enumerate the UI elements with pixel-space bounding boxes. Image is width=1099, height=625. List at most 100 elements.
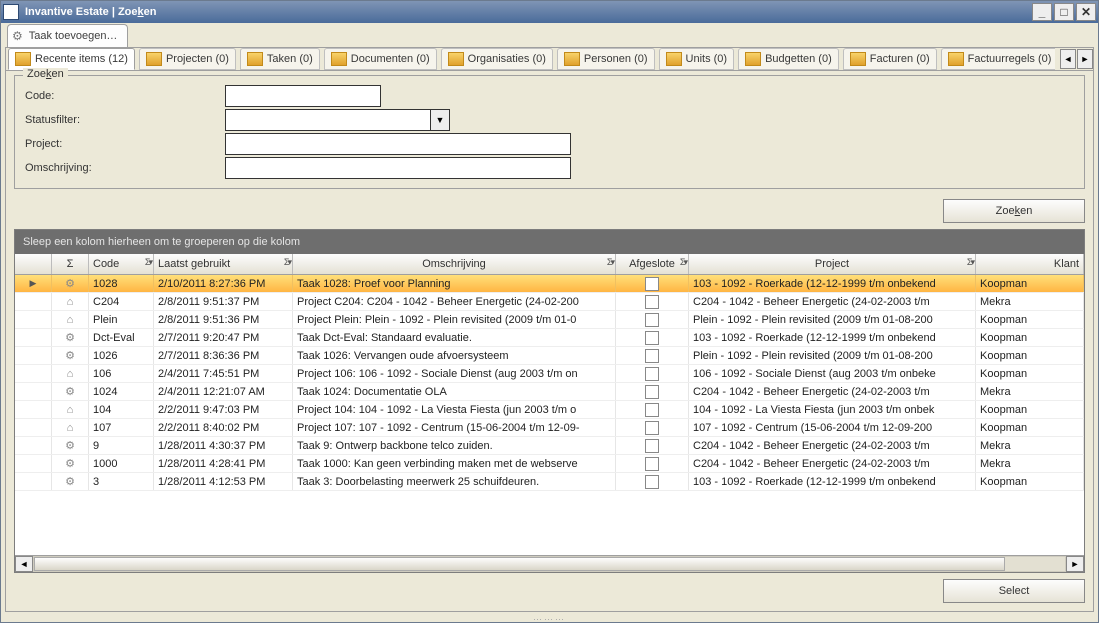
cell-afgesloten[interactable] xyxy=(616,275,689,292)
row-type-icon: ⚙ xyxy=(52,455,89,472)
titlebar[interactable]: Invantive Estate | Zoeken _ □ ✕ xyxy=(1,1,1098,23)
cell-afgesloten[interactable] xyxy=(616,311,689,328)
doc-tab-taak-toevoegen[interactable]: ⚙ Taak toevoegen… xyxy=(7,24,128,47)
nav-tab[interactable]: Budgetten (0) xyxy=(738,48,839,70)
group-by-header[interactable]: Sleep een kolom hierheen om te groeperen… xyxy=(15,230,1084,254)
col-klant[interactable]: Klant xyxy=(976,254,1084,274)
horizontal-scrollbar[interactable]: ◄ ► xyxy=(15,555,1084,572)
cell-klant: Koopman xyxy=(976,419,1084,436)
tab-label: Units (0) xyxy=(686,53,728,65)
scroll-thumb[interactable] xyxy=(34,557,1005,571)
checkbox-icon[interactable] xyxy=(645,385,659,399)
checkbox-icon[interactable] xyxy=(645,403,659,417)
nav-tab[interactable]: Documenten (0) xyxy=(324,48,437,70)
table-row[interactable]: ⚙Dct-Eval2/7/2011 9:20:47 PMTaak Dct-Eva… xyxy=(15,329,1084,347)
checkbox-icon[interactable] xyxy=(645,277,659,291)
omschrijving-input[interactable] xyxy=(225,157,571,179)
cell-klant: Mekra xyxy=(976,383,1084,400)
table-row[interactable]: ⌂1042/2/2011 9:47:03 PMProject 104: 104 … xyxy=(15,401,1084,419)
nav-tab[interactable]: Recente items (12) xyxy=(8,48,135,70)
nav-tab[interactable]: Projecten (0) xyxy=(139,48,236,70)
restore-button[interactable]: □ xyxy=(1054,3,1074,21)
table-row[interactable]: ⚙10242/4/2011 12:21:07 AMTaak 1024: Docu… xyxy=(15,383,1084,401)
col-afgesloten[interactable]: AfgesloteΣ▾ xyxy=(616,254,689,274)
checkbox-icon[interactable] xyxy=(645,295,659,309)
cell-afgesloten[interactable] xyxy=(616,365,689,382)
col-omschrijving[interactable]: OmschrijvingΣ▾ xyxy=(293,254,616,274)
col-laatst-gebruikt[interactable]: Laatst gebruiktΣ▾ xyxy=(154,254,293,274)
nav-scroll-left[interactable]: ◄ xyxy=(1060,49,1076,69)
nav-tab[interactable]: Facturen (0) xyxy=(843,48,937,70)
cell-klant: Koopman xyxy=(976,275,1084,292)
table-row[interactable]: ▶⚙10282/10/2011 8:27:36 PMTaak 1028: Pro… xyxy=(15,275,1084,293)
nav-tab[interactable]: Organisaties (0) xyxy=(441,48,553,70)
tab-icon xyxy=(448,52,464,66)
cell-afgesloten[interactable] xyxy=(616,473,689,490)
cell-desc: Project Plein: Plein - 1092 - Plein revi… xyxy=(293,311,616,328)
close-button[interactable]: ✕ xyxy=(1076,3,1096,21)
scroll-right-button[interactable]: ► xyxy=(1066,556,1084,572)
select-button[interactable]: Select xyxy=(943,579,1085,603)
tab-icon xyxy=(850,52,866,66)
statusfilter-input[interactable] xyxy=(225,109,430,131)
table-row[interactable]: ⌂Plein2/8/2011 9:51:36 PMProject Plein: … xyxy=(15,311,1084,329)
table-row[interactable]: ⚙10262/7/2011 8:36:36 PMTaak 1026: Verva… xyxy=(15,347,1084,365)
cell-afgesloten[interactable] xyxy=(616,401,689,418)
cell-project: Plein - 1092 - Plein revisited (2009 t/m… xyxy=(689,347,976,364)
nav-tab[interactable]: Taken (0) xyxy=(240,48,320,70)
app-window: Invantive Estate | Zoeken _ □ ✕ ⚙ Taak t… xyxy=(0,0,1099,623)
checkbox-icon[interactable] xyxy=(645,475,659,489)
col-sigma[interactable]: Σ xyxy=(52,254,89,274)
cell-afgesloten[interactable] xyxy=(616,383,689,400)
nav-scroll: ◄ ► xyxy=(1055,48,1093,70)
checkbox-icon[interactable] xyxy=(645,367,659,381)
scroll-track[interactable] xyxy=(33,556,1066,572)
cell-afgesloten[interactable] xyxy=(616,347,689,364)
row-indicator xyxy=(15,437,52,454)
cell-afgesloten[interactable] xyxy=(616,455,689,472)
table-row[interactable]: ⌂1062/4/2011 7:45:51 PMProject 106: 106 … xyxy=(15,365,1084,383)
nav-tab[interactable]: Factuurregels (0) xyxy=(941,48,1059,70)
nav-tab[interactable]: Personen (0) xyxy=(557,48,655,70)
code-input[interactable] xyxy=(225,85,381,107)
minimize-button[interactable]: _ xyxy=(1032,3,1052,21)
cell-afgesloten[interactable] xyxy=(616,329,689,346)
row-indicator xyxy=(15,311,52,328)
table-row[interactable]: ⚙31/28/2011 4:12:53 PMTaak 3: Doorbelast… xyxy=(15,473,1084,491)
checkbox-icon[interactable] xyxy=(645,331,659,345)
cell-afgesloten[interactable] xyxy=(616,437,689,454)
nav-scroll-right[interactable]: ► xyxy=(1077,49,1093,69)
cell-afgesloten[interactable] xyxy=(616,293,689,310)
table-row[interactable]: ⚙91/28/2011 4:30:37 PMTaak 9: Ontwerp ba… xyxy=(15,437,1084,455)
cell-date: 1/28/2011 4:12:53 PM xyxy=(154,473,293,490)
table-row[interactable]: ⚙10001/28/2011 4:28:41 PMTaak 1000: Kan … xyxy=(15,455,1084,473)
checkbox-icon[interactable] xyxy=(645,439,659,453)
resize-handle[interactable]: ⋯⋯⋯ xyxy=(1,616,1098,622)
cell-klant: Koopman xyxy=(976,311,1084,328)
document-tabs: ⚙ Taak toevoegen… xyxy=(1,23,1098,47)
table-row[interactable]: ⌂1072/2/2011 8:40:02 PMProject 107: 107 … xyxy=(15,419,1084,437)
col-selector[interactable] xyxy=(15,254,52,274)
checkbox-icon[interactable] xyxy=(645,457,659,471)
checkbox-icon[interactable] xyxy=(645,349,659,363)
col-project[interactable]: ProjectΣ▾ xyxy=(689,254,976,274)
checkbox-icon[interactable] xyxy=(645,313,659,327)
table-row[interactable]: ⌂C2042/8/2011 9:51:37 PMProject C204: C2… xyxy=(15,293,1084,311)
nav-tab[interactable]: Units (0) xyxy=(659,48,735,70)
row-indicator xyxy=(15,329,52,346)
project-input[interactable] xyxy=(225,133,571,155)
cell-klant: Koopman xyxy=(976,365,1084,382)
search-button[interactable]: Zoeken xyxy=(943,199,1085,223)
col-code[interactable]: CodeΣ▾ xyxy=(89,254,154,274)
statusfilter-combo[interactable]: ▼ xyxy=(225,109,450,131)
tab-icon xyxy=(666,52,682,66)
scroll-left-button[interactable]: ◄ xyxy=(15,556,33,572)
cell-project: 103 - 1092 - Roerkade (12-12-1999 t/m on… xyxy=(689,275,976,292)
row-indicator: ▶ xyxy=(15,275,52,292)
cell-desc: Project 106: 106 - 1092 - Sociale Dienst… xyxy=(293,365,616,382)
cell-code: 9 xyxy=(89,437,154,454)
cell-afgesloten[interactable] xyxy=(616,419,689,436)
chevron-down-icon[interactable]: ▼ xyxy=(430,109,450,131)
row-type-icon: ⌂ xyxy=(52,401,89,418)
checkbox-icon[interactable] xyxy=(645,421,659,435)
